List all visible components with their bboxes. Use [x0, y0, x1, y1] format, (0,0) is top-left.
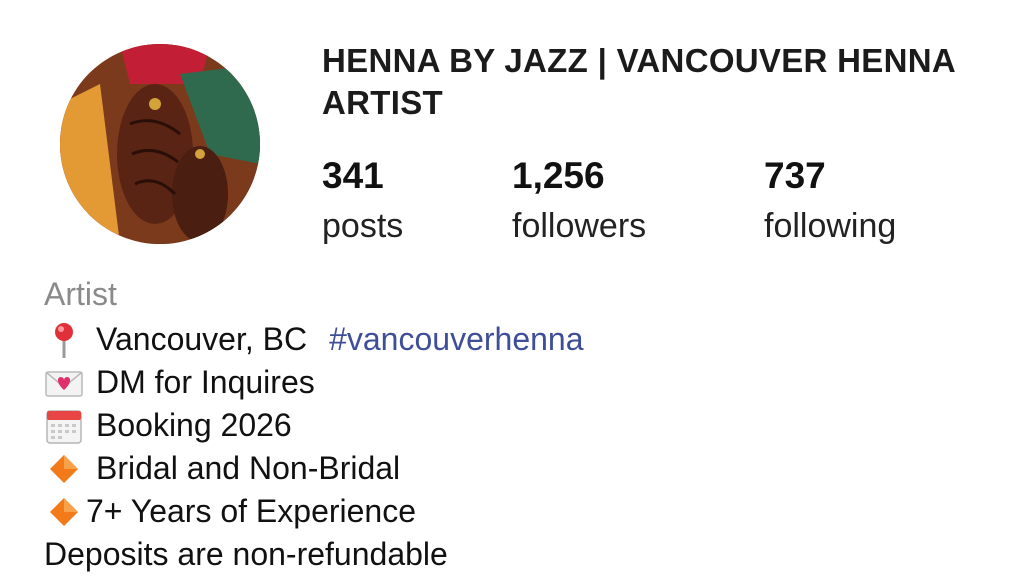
bio-bridal-line: Bridal and Non-Bridal: [44, 447, 584, 490]
following-label: following: [764, 207, 897, 245]
profile-name: HENNA BY JAZZ | VANCOUVER HENNA ARTIST: [322, 42, 955, 121]
bio-bridal: Bridal and Non-Bridal: [96, 450, 401, 486]
calendar-icon: [44, 406, 84, 446]
bio-dm-line: DM for Inquires: [44, 361, 584, 404]
orange-diamond-icon: [44, 449, 84, 489]
bio-location: Vancouver, BC: [96, 321, 308, 357]
bio-booking: Booking 2026: [96, 407, 292, 443]
bio-booking-line: Booking 2026: [44, 404, 584, 447]
profile-avatar[interactable]: [60, 44, 260, 244]
posts-label: posts: [322, 207, 404, 245]
profile-category: Artist: [44, 276, 117, 312]
round-pushpin-icon: [44, 320, 84, 360]
bio-deposits-line: Deposits are non-refundable: [44, 533, 584, 576]
following-stat[interactable]: 737 following: [764, 154, 896, 248]
posts-count: 341: [322, 155, 384, 196]
hashtag-link[interactable]: #vancouverhenna: [329, 318, 583, 361]
followers-label: followers: [512, 207, 647, 245]
bio-experience: 7+ Years of Experience: [86, 493, 417, 529]
followers-stat[interactable]: 1,256 followers: [512, 154, 646, 248]
love-letter-icon: [44, 363, 84, 403]
profile-bio: Vancouver, BC #vancouverhenna DM for Inq…: [44, 318, 584, 576]
orange-diamond-icon: [44, 492, 84, 532]
followers-count: 1,256: [512, 155, 605, 196]
following-count: 737: [764, 155, 826, 196]
bio-experience-line: 7+ Years of Experience: [44, 490, 584, 533]
bio-deposits: Deposits are non-refundable: [44, 536, 448, 572]
posts-stat[interactable]: 341 posts: [322, 154, 403, 248]
bio-dm: DM for Inquires: [96, 364, 315, 400]
bio-location-line: Vancouver, BC #vancouverhenna: [44, 318, 584, 361]
